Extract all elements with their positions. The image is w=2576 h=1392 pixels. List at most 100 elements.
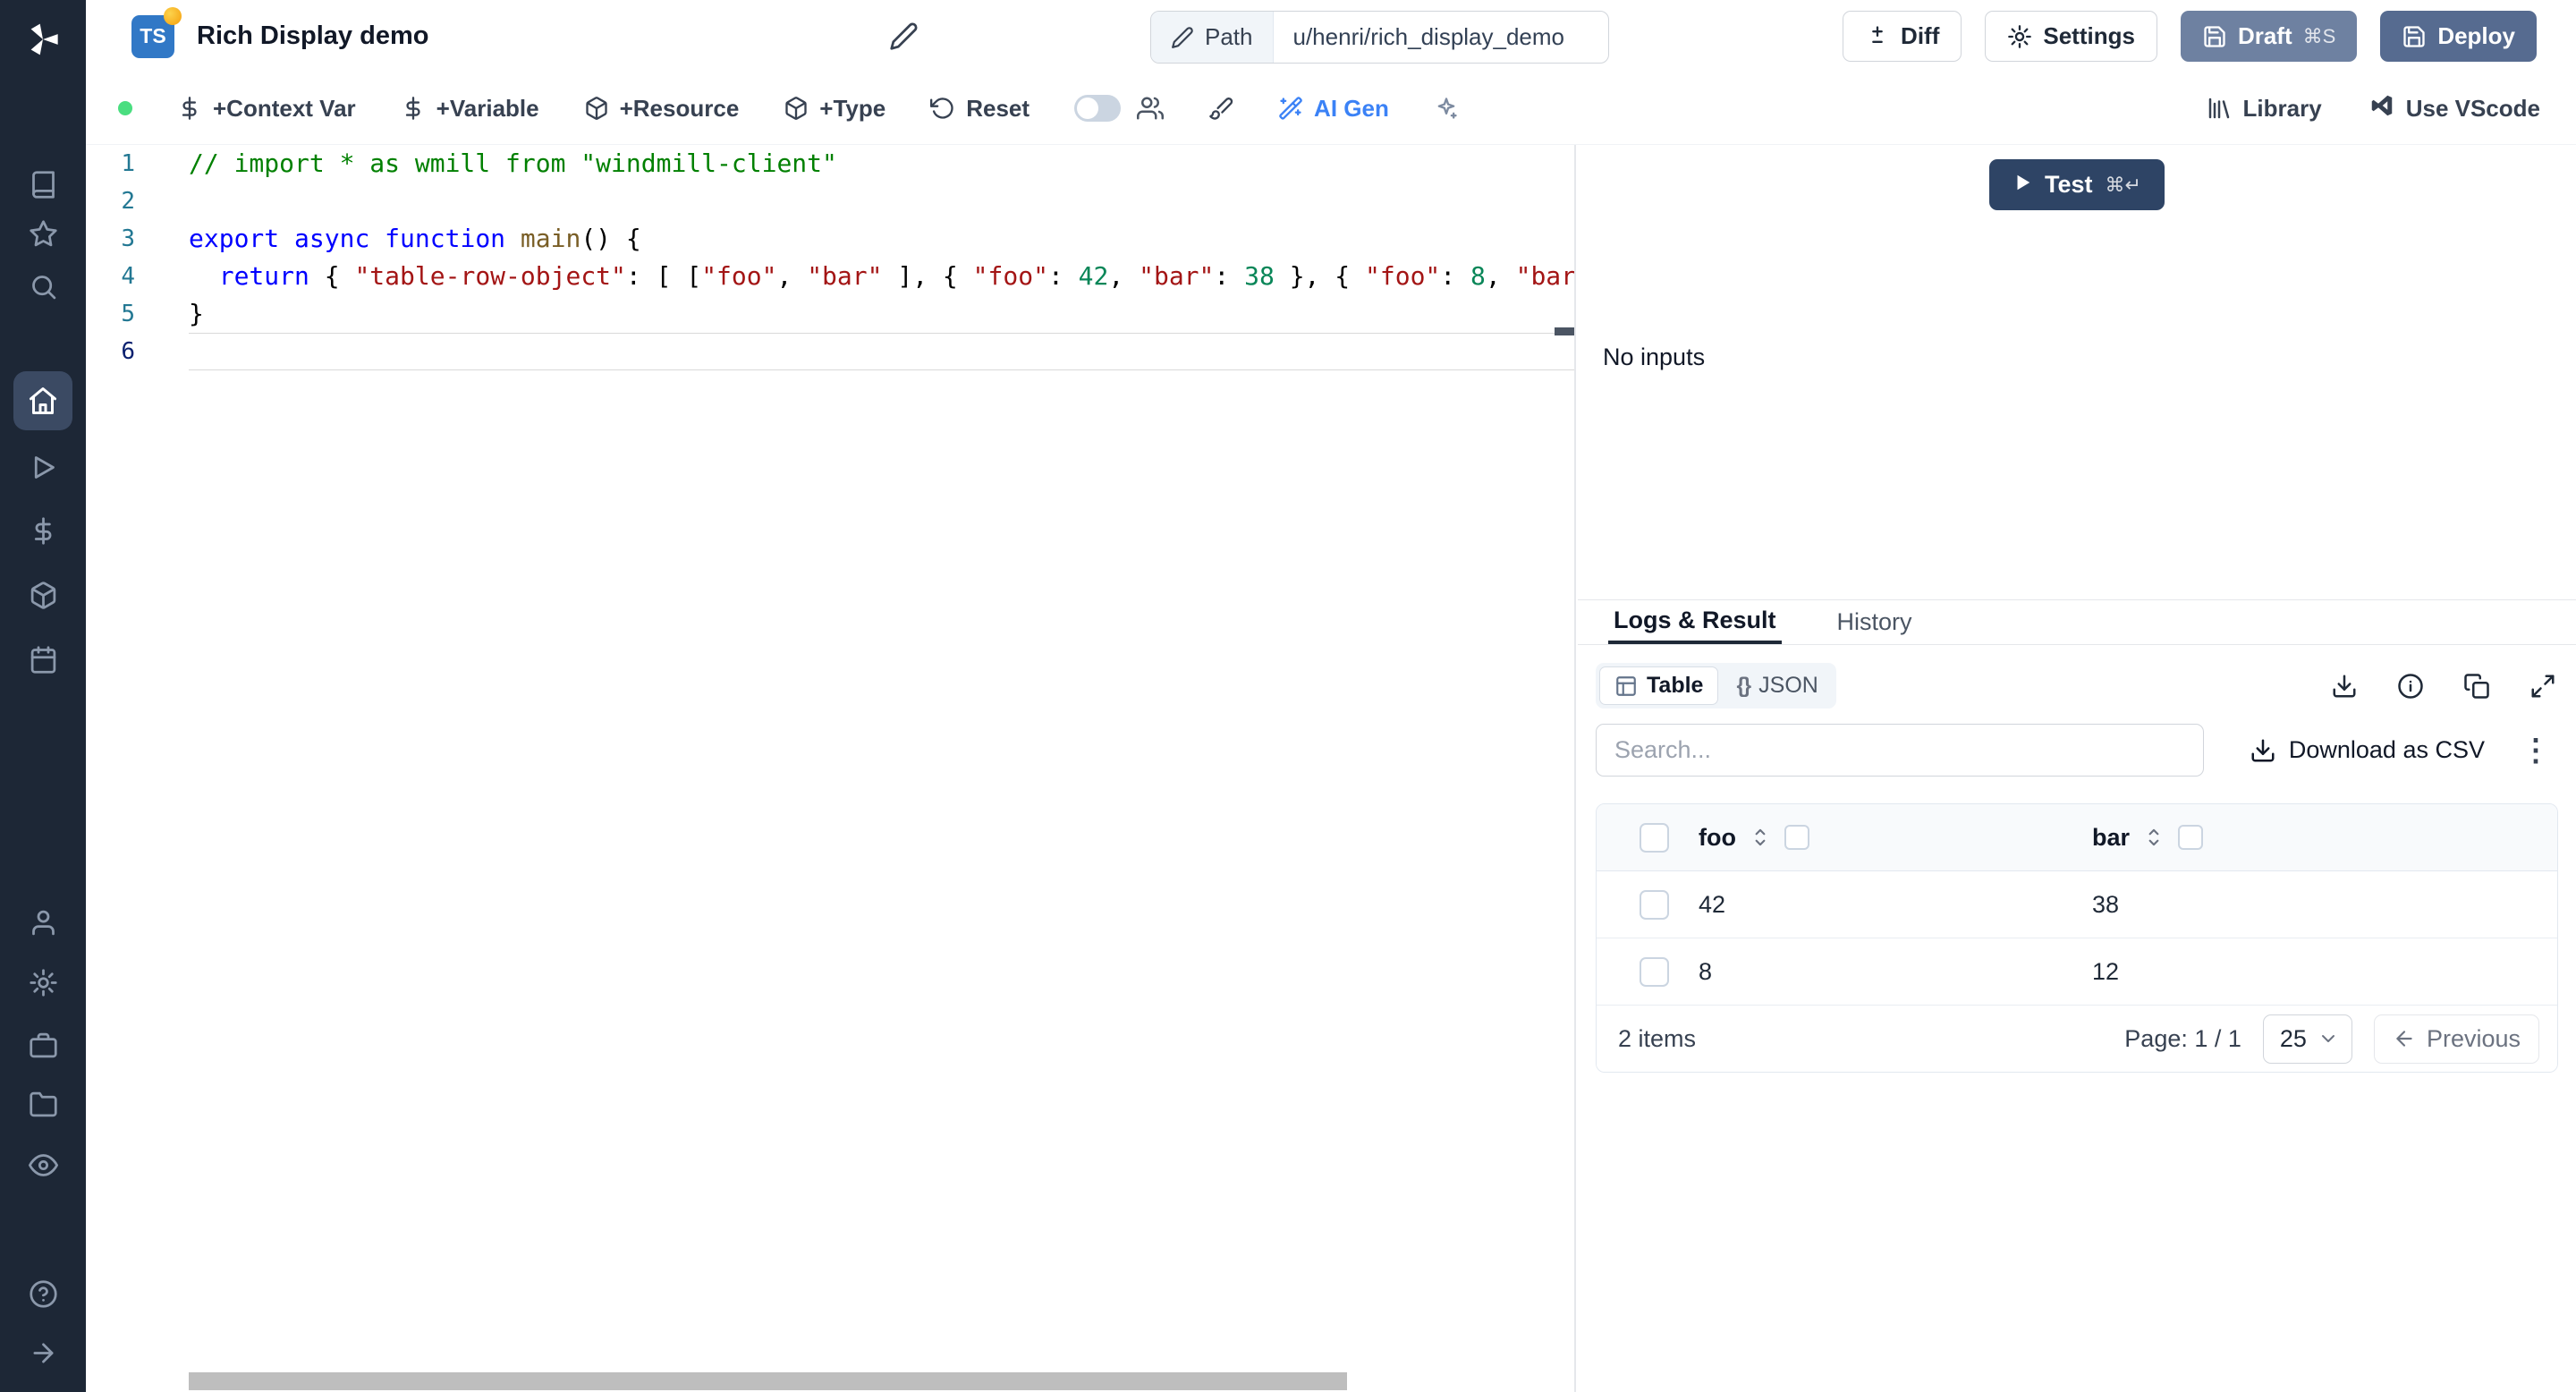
download-icon xyxy=(2250,737,2276,764)
column-filter-checkbox[interactable] xyxy=(2178,825,2203,850)
braces-icon: {} xyxy=(1736,674,1750,699)
diff-button[interactable]: Diff xyxy=(1843,11,1962,62)
wand-icon xyxy=(1278,96,1303,121)
sidebar xyxy=(0,0,86,1392)
code-editor[interactable]: 1// import * as wmill from "windmill-cli… xyxy=(86,145,1576,1392)
page-size-value: 25 xyxy=(2280,1025,2307,1053)
column-header-foo[interactable]: foo xyxy=(1699,824,1736,852)
variables-icon[interactable] xyxy=(23,511,63,550)
select-all-checkbox[interactable] xyxy=(1640,823,1669,853)
star-icon[interactable] xyxy=(23,214,63,253)
view-table-button[interactable]: Table xyxy=(1599,666,1718,705)
add-type-button[interactable]: +Type xyxy=(784,95,886,123)
download-csv-label: Download as CSV xyxy=(2289,736,2485,764)
play-icon xyxy=(2012,171,2032,199)
collab-group xyxy=(1074,95,1164,122)
editor-toolbar: +Context Var +Variable +Resource +Type R… xyxy=(86,72,2576,145)
help-icon[interactable] xyxy=(23,1274,63,1313)
expand-sidebar-icon[interactable] xyxy=(23,1333,63,1372)
assistant-button[interactable] xyxy=(1434,96,1459,121)
toggle-knob xyxy=(1077,98,1098,119)
page-size-select[interactable]: 25 xyxy=(2263,1014,2352,1064)
row-checkbox[interactable] xyxy=(1640,890,1669,920)
column-header-bar[interactable]: bar xyxy=(2092,824,2130,852)
package-icon xyxy=(784,96,809,121)
format-button[interactable] xyxy=(1208,96,1233,121)
tab-logs-result[interactable]: Logs & Result xyxy=(1608,600,1782,644)
collab-toggle[interactable] xyxy=(1074,95,1121,122)
result-table-body: 4238812 xyxy=(1597,871,2557,1006)
code-line[interactable]: export async function main() { xyxy=(189,220,1576,258)
schedules-icon[interactable] xyxy=(23,640,63,679)
cell-bar: 12 xyxy=(2076,958,2557,986)
cell-foo: 42 xyxy=(1682,891,2076,919)
add-context-var-label: +Context Var xyxy=(213,95,356,123)
result-tabs: Logs & Result History xyxy=(1578,600,2576,645)
library-label: Library xyxy=(2243,95,2322,123)
top-header: TS Rich Display demo Path u/henri/rich_d… xyxy=(86,0,2576,72)
library-button[interactable]: Library xyxy=(2206,95,2322,123)
previous-page-button[interactable]: Previous xyxy=(2374,1014,2539,1064)
path-edit-button[interactable]: Path xyxy=(1151,12,1274,63)
folders-icon[interactable] xyxy=(23,1084,63,1124)
user-icon[interactable] xyxy=(23,903,63,942)
code-line[interactable]: // import * as wmill from "windmill-clie… xyxy=(189,145,1576,182)
line-number: 1 xyxy=(86,145,189,182)
deploy-button[interactable]: Deploy xyxy=(2380,11,2537,62)
code-line[interactable]: return { "table-row-object": [ ["foo", "… xyxy=(189,258,1576,295)
column-filter-checkbox[interactable] xyxy=(1784,825,1809,850)
line-number: 3 xyxy=(86,220,189,258)
settings-button[interactable]: Settings xyxy=(1985,11,2157,62)
ts-badge-emoji-icon xyxy=(164,7,182,25)
path-group: Path u/henri/rich_display_demo xyxy=(1150,11,1609,64)
workers-icon[interactable] xyxy=(23,1025,63,1065)
users-icon xyxy=(1137,95,1164,122)
test-shortcut: ⌘↵ xyxy=(2106,174,2141,197)
sort-icon[interactable] xyxy=(2142,826,2165,849)
download-result-icon[interactable] xyxy=(2331,673,2358,700)
settings-gear-icon[interactable] xyxy=(23,963,63,1002)
row-checkbox[interactable] xyxy=(1640,957,1669,987)
draft-button[interactable]: Draft ⌘S xyxy=(2181,11,2357,62)
edit-summary-pencil-icon[interactable] xyxy=(889,21,919,51)
panel-divider[interactable] xyxy=(1574,145,1576,1392)
reset-button[interactable]: Reset xyxy=(930,95,1030,123)
search-icon[interactable] xyxy=(23,267,63,306)
add-resource-button[interactable]: +Resource xyxy=(584,95,740,123)
copy-icon[interactable] xyxy=(2463,673,2490,700)
code-line[interactable] xyxy=(189,333,1576,370)
run-area: Test ⌘↵ No inputs xyxy=(1578,145,2576,599)
info-icon[interactable] xyxy=(2397,673,2424,700)
overview-ruler-mark xyxy=(1555,327,1576,335)
download-csv-button[interactable]: Download as CSV xyxy=(2250,736,2485,764)
chevron-down-icon xyxy=(2318,1028,2339,1049)
windmill-logo[interactable] xyxy=(20,16,66,63)
expand-icon[interactable] xyxy=(2529,673,2556,700)
deploy-label: Deploy xyxy=(2437,22,2515,50)
add-variable-button[interactable]: +Variable xyxy=(401,95,539,123)
ellipsis-vertical-icon[interactable]: ⋮ xyxy=(2521,735,2551,766)
sort-icon[interactable] xyxy=(1749,826,1772,849)
docs-icon[interactable] xyxy=(23,165,63,204)
test-button[interactable]: Test ⌘↵ xyxy=(1989,159,2165,210)
ai-gen-button[interactable]: AI Gen xyxy=(1278,95,1389,123)
home-icon[interactable] xyxy=(13,371,72,430)
main-area: TS Rich Display demo Path u/henri/rich_d… xyxy=(86,0,2576,1392)
tab-history[interactable]: History xyxy=(1832,600,1918,644)
table-search-input[interactable] xyxy=(1596,724,2204,777)
script-title: Rich Display demo xyxy=(197,21,428,51)
view-json-button[interactable]: {} JSON xyxy=(1722,666,1832,705)
resources-icon[interactable] xyxy=(23,575,63,615)
code-line[interactable]: } xyxy=(189,295,1576,333)
view-table-label: Table xyxy=(1647,673,1703,699)
code-line[interactable] xyxy=(189,182,1576,220)
audit-eye-icon[interactable] xyxy=(23,1145,63,1184)
add-context-var-button[interactable]: +Context Var xyxy=(177,95,356,123)
use-vscode-button[interactable]: Use VScode xyxy=(2368,92,2540,125)
horizontal-scrollbar[interactable] xyxy=(189,1372,1347,1390)
runs-icon[interactable] xyxy=(23,447,63,487)
table-header: foo bar xyxy=(1597,804,2557,871)
path-label-text: Path xyxy=(1205,23,1253,51)
draft-shortcut: ⌘S xyxy=(2303,25,2336,48)
path-value[interactable]: u/henri/rich_display_demo xyxy=(1274,12,1608,63)
